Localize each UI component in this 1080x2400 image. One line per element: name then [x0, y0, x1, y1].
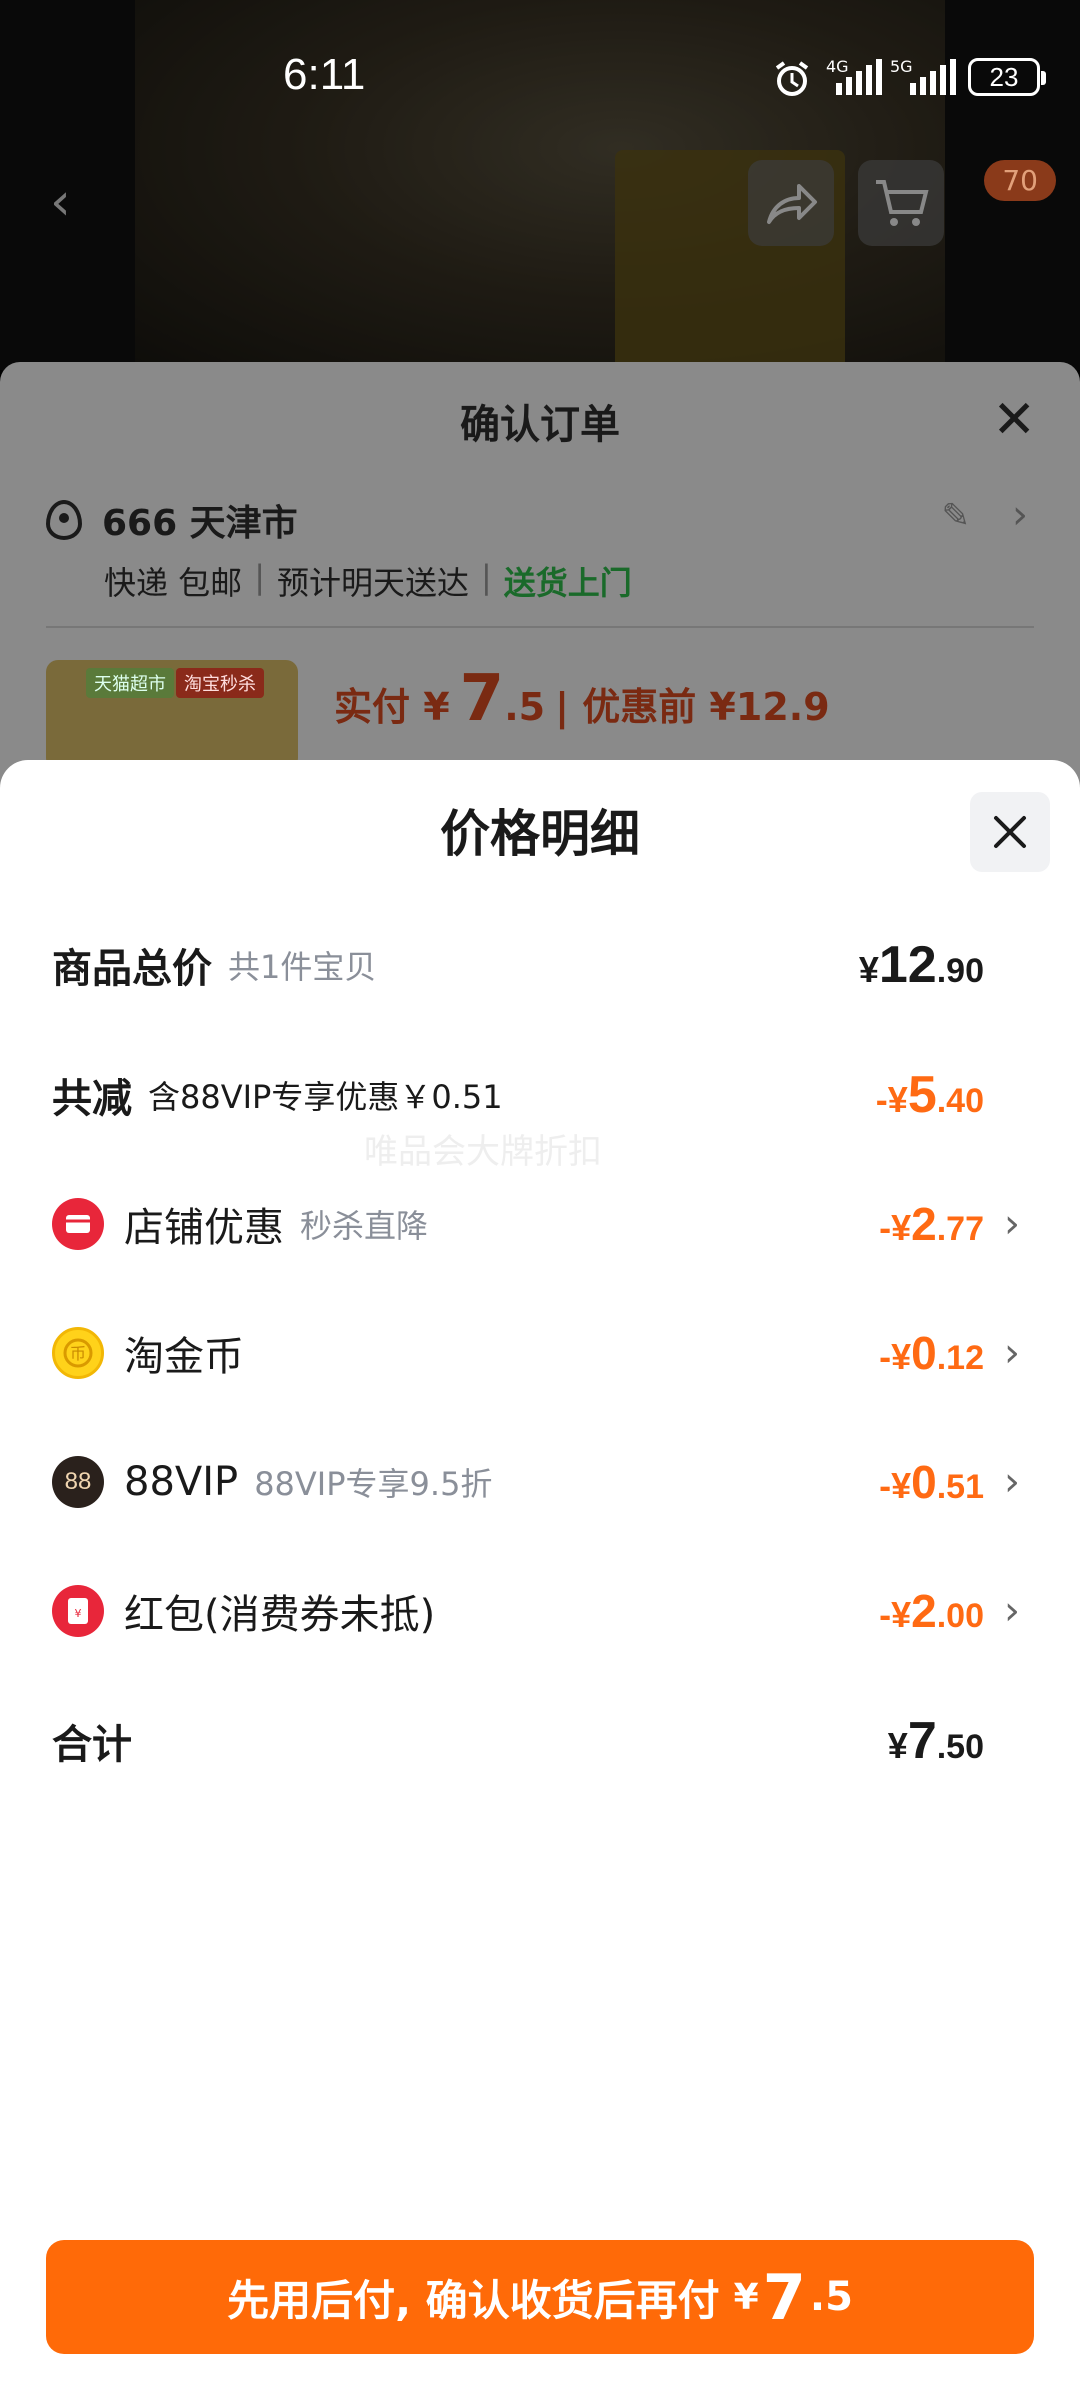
- cart-badge: 70: [984, 160, 1056, 201]
- edit-icon[interactable]: ✎: [942, 496, 971, 536]
- row-red-packet[interactable]: ¥ 红包(消费券未抵) -¥ 2.00 ›: [52, 1571, 1080, 1651]
- pay-label: 实付 ¥: [334, 685, 450, 729]
- row-sub: 共1件宝贝: [228, 948, 377, 986]
- status-time: 6:11: [283, 50, 366, 99]
- red-packet-icon: ¥: [52, 1585, 104, 1637]
- amount-sum: ¥7.50: [887, 1712, 984, 1770]
- cta-currency: ¥: [733, 2276, 759, 2318]
- shipping-method: 快递 包邮: [104, 564, 243, 602]
- tmall-tag: 天猫超市: [86, 668, 174, 698]
- cta-label: 先用后付, 确认收货后再付: [227, 2275, 720, 2325]
- product-nav: ‹ 70: [0, 160, 1080, 246]
- row-shop-discount[interactable]: 店铺优惠 秒杀直降 -¥ 2.77 ›: [52, 1184, 1080, 1264]
- coin-icon: 币: [52, 1327, 104, 1379]
- price-detail-sheet: 价格明细 商品总价 共1件宝贝 ¥12.90 共减 含88VIP专享优惠￥0.5…: [0, 760, 1080, 2400]
- before-price: | 优惠前 ¥12.9: [555, 685, 830, 729]
- cart-icon: [876, 180, 929, 226]
- row-sub: 88VIP专享9.5折: [254, 1465, 493, 1503]
- row-taojinbi[interactable]: 币 淘金币 -¥ 0.12 ›: [52, 1313, 1080, 1393]
- row-label: 淘金币: [124, 1334, 244, 1380]
- pay-int: 7: [459, 662, 505, 736]
- row-total: 商品总价 共1件宝贝 ¥12.90: [52, 925, 1080, 1005]
- row-label: 店铺优惠: [124, 1205, 284, 1251]
- row-88vip[interactable]: 88 88VIP 88VIP专享9.5折 -¥ 0.51 ›: [52, 1442, 1080, 1522]
- chevron-right-icon[interactable]: ›: [1004, 1588, 1020, 1634]
- amount-total: ¥12.90: [858, 936, 984, 994]
- signal-4g-icon: 4G: [826, 57, 882, 95]
- row-sub: 含88VIP专享优惠￥0.51: [148, 1078, 503, 1116]
- alarm-icon: [772, 59, 812, 96]
- chevron-right-icon[interactable]: ›: [1004, 1201, 1020, 1247]
- watermark: 唯品会大牌折扣: [364, 1132, 602, 1172]
- close-icon: [994, 816, 1026, 848]
- chevron-right-icon[interactable]: ›: [1004, 1459, 1020, 1505]
- vip-icon: 88: [52, 1456, 104, 1508]
- row-sub: 秒杀直降: [300, 1207, 429, 1245]
- close-button[interactable]: [970, 792, 1050, 872]
- row-label: 商品总价: [52, 946, 212, 992]
- pay-later-button[interactable]: 先用后付, 确认收货后再付 ¥7.5: [46, 2240, 1034, 2354]
- row-label: 共减: [52, 1076, 132, 1122]
- amount-vip: -¥ 0.51: [879, 1456, 984, 1508]
- share-icon: [767, 184, 817, 224]
- delivery-text: 送货上门: [503, 564, 632, 602]
- product-thumbnail: 天猫超市 淘宝秒杀: [46, 660, 298, 770]
- amount-red-packet: -¥ 2.00: [879, 1585, 984, 1637]
- share-button[interactable]: [748, 160, 834, 246]
- order-price: 实付 ¥ 7.5 | 优惠前 ¥12.9: [334, 662, 830, 736]
- address-text: 666 天津市: [102, 503, 298, 544]
- row-label: 合计: [52, 1722, 132, 1768]
- row-discount: 共减 含88VIP专享优惠￥0.51 -¥ 5.40: [52, 1055, 1080, 1135]
- svg-text:¥: ¥: [75, 1607, 82, 1620]
- status-icons: 4G 5G 23: [772, 57, 1046, 96]
- battery-indicator: 23: [968, 58, 1046, 96]
- amount-coin: -¥ 0.12: [879, 1327, 984, 1379]
- cart-button[interactable]: [858, 160, 944, 246]
- svg-text:币: 币: [70, 1344, 86, 1363]
- shipping-info: 快递 包邮 | 预计明天送达 | 送货上门: [104, 558, 632, 602]
- location-pin-icon: [46, 500, 82, 540]
- pay-dec: .5: [504, 685, 546, 729]
- signal-5g-icon: 5G: [890, 57, 956, 95]
- chevron-right-icon[interactable]: ›: [1012, 492, 1028, 538]
- row-sum: 合计 ¥7.50: [52, 1701, 1080, 1781]
- shop-icon: [52, 1198, 104, 1250]
- sheet-title: 价格明细: [440, 805, 640, 863]
- cta-amount-int: 7: [762, 2260, 806, 2334]
- row-label: 红包(消费券未抵): [124, 1592, 436, 1638]
- back-arrow-icon[interactable]: ‹: [50, 172, 71, 232]
- chevron-right-icon[interactable]: ›: [1004, 1330, 1020, 1376]
- order-title: 确认订单: [460, 402, 620, 448]
- address-row[interactable]: 666 天津市: [46, 494, 298, 546]
- status-bar: 6:11 4G 5G 23: [0, 0, 1080, 160]
- amount-shop: -¥ 2.77: [879, 1198, 984, 1250]
- flash-sale-tag: 淘宝秒杀: [176, 668, 264, 698]
- cta-amount-dec: .5: [809, 2274, 853, 2320]
- eta-text: 预计明天送达: [276, 564, 469, 602]
- order-close-icon[interactable]: ✕: [992, 390, 1036, 450]
- divider: [46, 626, 1034, 628]
- amount-discount: -¥ 5.40: [875, 1066, 984, 1124]
- row-label: 88VIP: [124, 1459, 239, 1505]
